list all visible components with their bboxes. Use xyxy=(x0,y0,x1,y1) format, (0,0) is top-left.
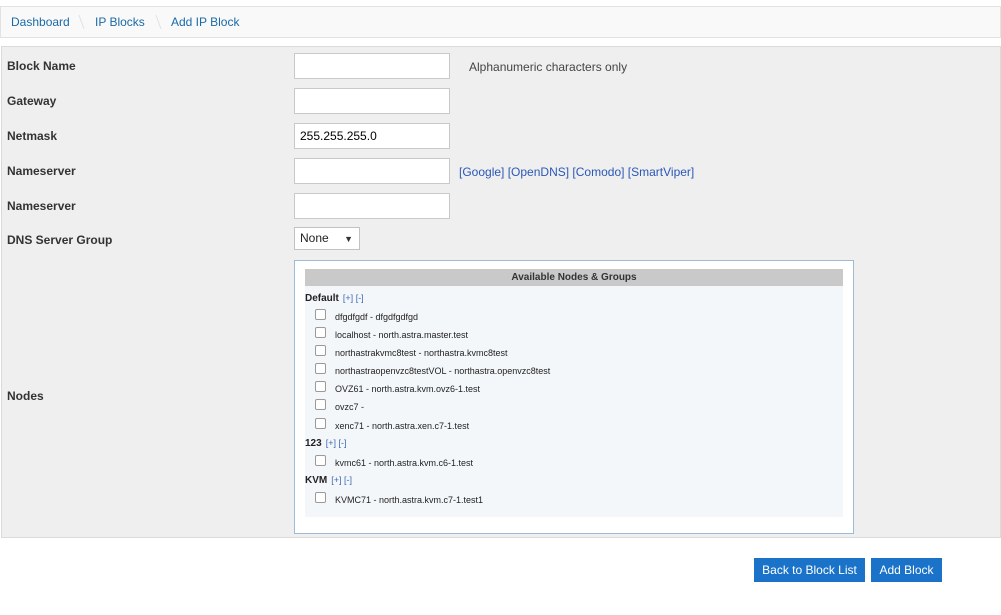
nameserver-2-input[interactable] xyxy=(294,193,450,219)
node-label: OVZ61 - north.astra.kvm.ovz6-1.test xyxy=(335,384,481,394)
node-checkbox[interactable] xyxy=(315,363,326,374)
breadcrumb-separator xyxy=(155,15,162,29)
node-label: northastrakvmc8test - northastra.kvmc8te… xyxy=(335,348,508,358)
netmask-input[interactable] xyxy=(294,123,450,149)
node-checkbox[interactable] xyxy=(315,309,326,320)
block-name-hint: Alphanumeric characters only xyxy=(469,60,628,74)
node-checkbox[interactable] xyxy=(315,418,326,429)
google-dns-link[interactable]: [Google] xyxy=(459,165,504,179)
nameserver-presets: [Google] [OpenDNS] [Comodo] [SmartViper] xyxy=(459,165,694,179)
node-label: kvmc61 - north.astra.kvm.c6-1.test xyxy=(335,458,474,468)
nodes-label: Nodes xyxy=(7,389,44,403)
gateway-label: Gateway xyxy=(7,94,57,108)
node-checkbox[interactable] xyxy=(315,345,326,356)
node-label: dfgdfgdf - dfgdfgdfgd xyxy=(335,312,419,322)
breadcrumb-ip-blocks[interactable]: IP Blocks xyxy=(95,15,145,29)
block-name-input[interactable] xyxy=(294,53,450,79)
group-123: 123 [+] [-] xyxy=(305,438,346,449)
opendns-link[interactable]: [OpenDNS] xyxy=(508,165,569,179)
node-checkbox[interactable] xyxy=(315,492,326,503)
group-name: KVM xyxy=(305,475,328,486)
nameserver-1-label: Nameserver xyxy=(7,164,76,178)
group-name: 123 xyxy=(305,438,322,449)
group-kvm: KVM [+] [-] xyxy=(305,475,352,486)
node-checkbox[interactable] xyxy=(315,399,326,410)
comodo-dns-link[interactable]: [Comodo] xyxy=(572,165,624,179)
nodes-list: Available Nodes & Groups Default [+] [-] … xyxy=(305,269,843,517)
node-checkbox[interactable] xyxy=(315,455,326,466)
back-to-block-list-button[interactable]: Back to Block List xyxy=(754,558,865,582)
netmask-label: Netmask xyxy=(7,129,58,143)
node-label: ovzc7 - xyxy=(335,402,365,412)
collapse-toggle[interactable]: [-] xyxy=(356,293,364,303)
group-default: Default [+] [-] xyxy=(305,293,364,304)
node-label: localhost - north.astra.master.test xyxy=(335,330,469,340)
node-label: northastraopenvzc8testVOL - northastra.o… xyxy=(335,366,551,376)
nameserver-2-label: Nameserver xyxy=(7,199,76,213)
breadcrumb-dashboard[interactable]: Dashboard xyxy=(11,15,70,29)
dns-server-group-value: None xyxy=(300,231,329,245)
nodes-selector: Available Nodes & Groups Default [+] [-] … xyxy=(294,260,854,534)
expand-toggle[interactable]: [+] xyxy=(326,438,336,448)
nameserver-1-input[interactable] xyxy=(294,158,450,184)
node-checkbox[interactable] xyxy=(315,327,326,338)
node-label: KVMC71 - north.astra.kvm.c7-1.test1 xyxy=(335,495,484,505)
breadcrumb-add-ip-block[interactable]: Add IP Block xyxy=(171,15,239,29)
expand-toggle[interactable]: [+] xyxy=(331,475,341,485)
dns-server-group-select[interactable]: None ▼ xyxy=(294,227,360,250)
node-label: xenc71 - north.astra.xen.c7-1.test xyxy=(335,421,470,431)
node-checkbox[interactable] xyxy=(315,381,326,392)
chevron-down-icon: ▼ xyxy=(344,234,353,244)
expand-toggle[interactable]: [+] xyxy=(343,293,353,303)
dns-server-group-label: DNS Server Group xyxy=(7,233,113,247)
gateway-input[interactable] xyxy=(294,88,450,114)
block-name-label: Block Name xyxy=(7,59,76,73)
collapse-toggle[interactable]: [-] xyxy=(338,438,346,448)
breadcrumb: Dashboard IP Blocks Add IP Block xyxy=(0,6,1001,38)
add-block-button[interactable]: Add Block xyxy=(871,558,942,582)
smartviper-dns-link[interactable]: [SmartViper] xyxy=(628,165,694,179)
group-name: Default xyxy=(305,293,339,304)
nodes-header: Available Nodes & Groups xyxy=(305,269,843,286)
breadcrumb-separator xyxy=(78,15,85,29)
collapse-toggle[interactable]: [-] xyxy=(344,475,352,485)
add-ip-block-form: Block Name Alphanumeric characters only … xyxy=(1,46,1001,538)
